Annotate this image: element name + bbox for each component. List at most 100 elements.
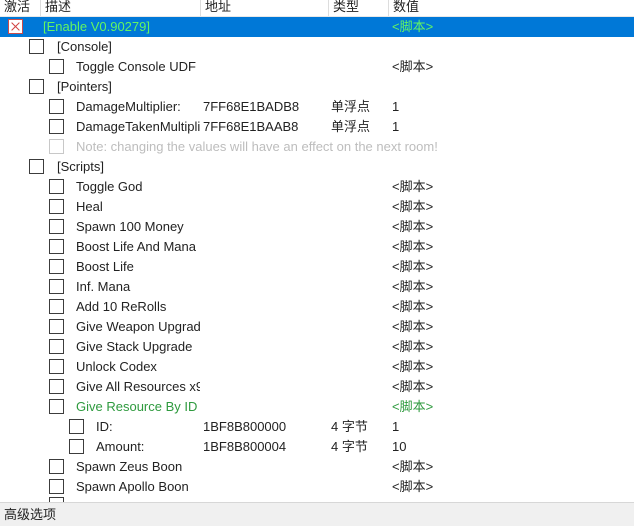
table-row-scripts-group[interactable]: [Scripts] xyxy=(0,157,634,177)
row-address: 7FF68E1BAAB8 xyxy=(203,119,299,134)
row-value: <脚本> xyxy=(392,199,434,214)
row-value[interactable]: 1 xyxy=(392,117,632,137)
row-description: Give Stack Upgrade xyxy=(76,339,193,354)
active-checkbox[interactable] xyxy=(49,339,64,354)
table-row-infinite-mana[interactable]: Inf. Mana <脚本> xyxy=(0,277,634,297)
active-checkbox[interactable] xyxy=(49,179,64,194)
row-value[interactable]: 1 xyxy=(392,417,632,437)
table-row-enable-script[interactable]: [Enable V0.90279] <脚本> xyxy=(0,17,634,37)
active-checkbox[interactable] xyxy=(49,239,64,254)
table-row-toggle-console[interactable]: Toggle Console UDF <脚本> xyxy=(0,57,634,77)
row-description: Spawn 100 Money xyxy=(76,219,184,234)
row-value: <脚本> xyxy=(392,219,434,234)
row-note-text: Note: changing the values will have an e… xyxy=(76,139,438,154)
row-description: Give All Resources x99 xyxy=(76,379,200,394)
row-value: <脚本> xyxy=(392,59,434,74)
table-header: 激活 描述 地址 类型 数值 xyxy=(0,0,634,17)
row-value[interactable]: 1 xyxy=(392,97,632,117)
active-checkbox[interactable] xyxy=(49,319,64,334)
active-checkbox[interactable] xyxy=(49,99,64,114)
type-column-header[interactable]: 类型 xyxy=(329,0,389,16)
active-checkbox[interactable] xyxy=(49,259,64,274)
row-value: <脚本> xyxy=(392,179,434,194)
table-row-damage-multiplier[interactable]: DamageMultiplier: 7FF68E1BADB8 单浮点 1 xyxy=(0,97,634,117)
address-column-header[interactable]: 地址 xyxy=(201,0,329,16)
row-value[interactable]: 10 xyxy=(392,437,632,457)
table-row-spawn-money[interactable]: Spawn 100 Money <脚本> xyxy=(0,217,634,237)
row-address: 1BF8B800004 xyxy=(203,439,287,454)
row-description: Inf. Mana xyxy=(76,279,131,294)
table-row-pointers-group[interactable]: [Pointers] xyxy=(0,77,634,97)
active-checkbox[interactable] xyxy=(69,439,84,454)
row-description: [Enable V0.90279] xyxy=(43,19,150,34)
row-address: 1BF8B800000 xyxy=(203,419,287,434)
active-checkbox[interactable] xyxy=(49,459,64,474)
active-checkbox[interactable] xyxy=(49,119,64,134)
row-value: <脚本> xyxy=(392,359,434,374)
active-checkbox[interactable] xyxy=(49,399,64,414)
row-value: <脚本> xyxy=(392,339,434,354)
table-row-weapon-upgrade[interactable]: Give Weapon Upgrade <脚本> xyxy=(0,317,634,337)
row-description: Spawn Zeus Boon xyxy=(76,459,183,474)
row-description: Unlock Codex xyxy=(76,359,157,374)
active-checkbox[interactable] xyxy=(49,219,64,234)
advanced-options-bar[interactable]: 高级选项 xyxy=(0,502,634,526)
table-row-unlock-codex[interactable]: Unlock Codex <脚本> xyxy=(0,357,634,377)
row-description: Boost Life And Mana xyxy=(76,239,196,254)
row-value: <脚本> xyxy=(392,239,434,254)
disabled-checkbox xyxy=(49,139,64,154)
row-value: <脚本> xyxy=(392,19,434,34)
row-description: Amount: xyxy=(96,439,145,454)
table-row-note: Note: changing the values will have an e… xyxy=(0,137,634,157)
row-description: Add 10 ReRolls xyxy=(76,299,167,314)
table-row-toggle-god[interactable]: Toggle God <脚本> xyxy=(0,177,634,197)
active-column-header[interactable]: 激活 xyxy=(0,0,41,16)
table-row-all-resources[interactable]: Give All Resources x99 <脚本> xyxy=(0,377,634,397)
row-value: <脚本> xyxy=(392,479,434,494)
active-checkbox-checked-icon[interactable] xyxy=(8,19,23,34)
cheat-table-window: 激活 描述 地址 类型 数值 [Enable V0.90279] <脚本> [C… xyxy=(0,0,634,526)
active-checkbox[interactable] xyxy=(49,379,64,394)
table-row-add-rerolls[interactable]: Add 10 ReRolls <脚本> xyxy=(0,297,634,317)
table-row-zeus-boon[interactable]: Spawn Zeus Boon <脚本> xyxy=(0,457,634,477)
table-row-stack-upgrade[interactable]: Give Stack Upgrade <脚本> xyxy=(0,337,634,357)
table-row-resource-by-id[interactable]: Give Resource By ID <脚本> xyxy=(0,397,634,417)
row-description: [Pointers] xyxy=(57,79,112,94)
table-row-boost-life[interactable]: Boost Life <脚本> xyxy=(0,257,634,277)
table-row-console-group[interactable]: [Console] xyxy=(0,37,634,57)
active-checkbox[interactable] xyxy=(29,79,44,94)
active-checkbox[interactable] xyxy=(49,299,64,314)
row-value: <脚本> xyxy=(392,279,434,294)
row-description: [Console] xyxy=(57,39,112,54)
row-type: 单浮点 xyxy=(331,99,371,114)
table-row-boost-life-mana[interactable]: Boost Life And Mana <脚本> xyxy=(0,237,634,257)
active-checkbox[interactable] xyxy=(69,419,84,434)
row-description: DamageMultiplier: xyxy=(76,99,181,114)
advanced-options-label[interactable]: 高级选项 xyxy=(4,507,56,522)
active-checkbox[interactable] xyxy=(49,199,64,214)
row-description: ID: xyxy=(96,419,113,434)
row-value: <脚本> xyxy=(392,319,434,334)
value-column-header[interactable]: 数值 xyxy=(389,0,634,16)
table-row-apollo-boon[interactable]: Spawn Apollo Boon <脚本> xyxy=(0,477,634,497)
row-description: Heal xyxy=(76,199,103,214)
description-column-header[interactable]: 描述 xyxy=(41,0,201,16)
active-checkbox[interactable] xyxy=(29,39,44,54)
table-row-resource-amount[interactable]: Amount: 1BF8B800004 4 字节 10 xyxy=(0,437,634,457)
row-description: Boost Life xyxy=(76,259,134,274)
table-row-damage-taken-multiplier[interactable]: DamageTakenMultipli 7FF68E1BAAB8 单浮点 1 xyxy=(0,117,634,137)
table-row-resource-id[interactable]: ID: 1BF8B800000 4 字节 1 xyxy=(0,417,634,437)
active-checkbox[interactable] xyxy=(49,359,64,374)
row-value: <脚本> xyxy=(392,259,434,274)
row-type: 4 字节 xyxy=(331,419,368,434)
active-checkbox[interactable] xyxy=(49,479,64,494)
row-description: Toggle God xyxy=(76,179,143,194)
active-checkbox[interactable] xyxy=(29,159,44,174)
row-value: <脚本> xyxy=(392,299,434,314)
table-row-heal[interactable]: Heal <脚本> xyxy=(0,197,634,217)
row-type: 单浮点 xyxy=(331,119,371,134)
row-description: DamageTakenMultipli xyxy=(76,119,200,134)
active-checkbox[interactable] xyxy=(49,279,64,294)
active-checkbox[interactable] xyxy=(49,59,64,74)
cheat-table-list[interactable]: [Enable V0.90279] <脚本> [Console] Toggle … xyxy=(0,17,634,502)
